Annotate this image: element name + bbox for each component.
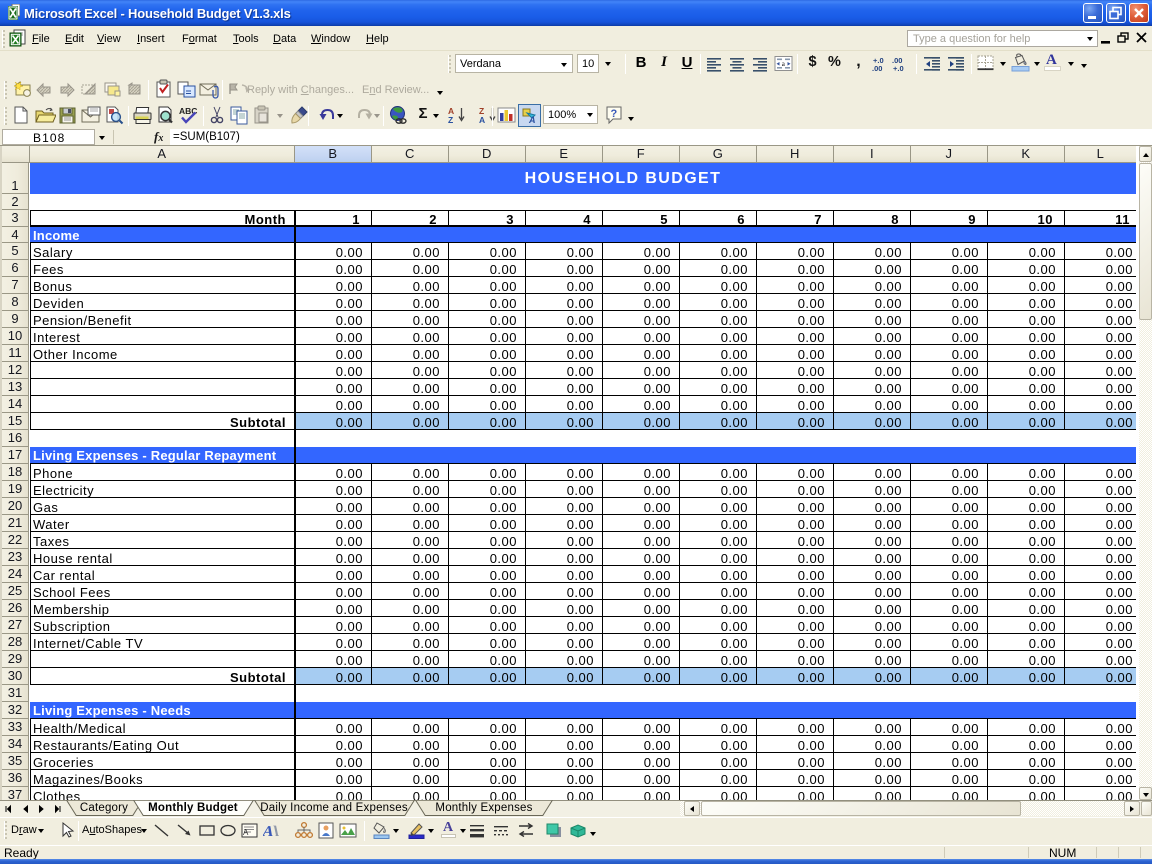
svg-text:A: A [528, 115, 536, 125]
svg-text:l: l [272, 823, 280, 840]
svg-text:.00: .00 [872, 64, 882, 73]
svg-text:?: ? [611, 108, 618, 120]
svg-text:A: A [243, 828, 249, 837]
svg-text:A: A [479, 115, 485, 125]
svg-text:Z: Z [448, 115, 453, 125]
svg-text:+.0: +.0 [893, 64, 904, 73]
